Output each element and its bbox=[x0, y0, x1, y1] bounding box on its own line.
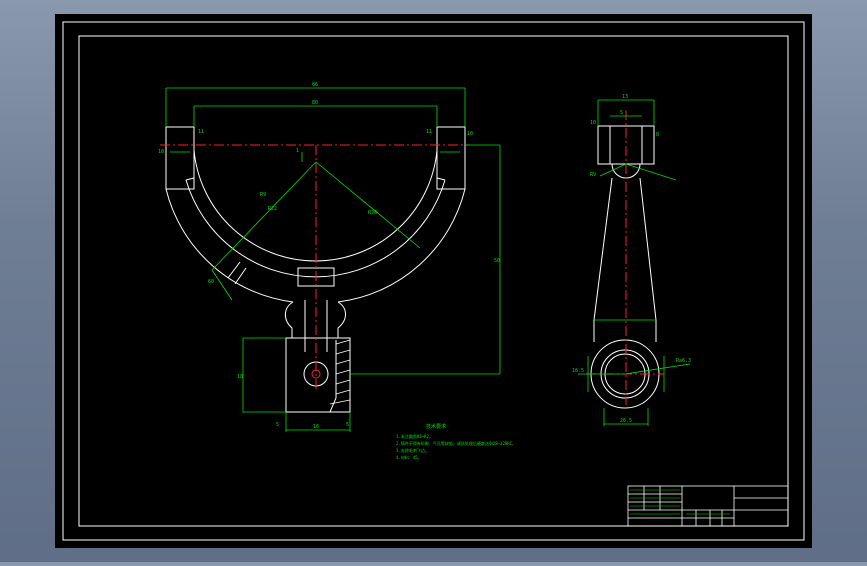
side-dim-note: Ra6.3 bbox=[676, 358, 691, 364]
note-line-3: 3.去除毛刺飞边。 bbox=[396, 447, 429, 453]
dim-top-total: 86 bbox=[312, 82, 318, 88]
side-dim-hole: 16.5 bbox=[572, 368, 584, 374]
drawing-canvas: 86 80 11 10 11 10 1 R9 R22 R28 50 18 16 … bbox=[55, 14, 812, 548]
cad-viewport: 86 80 11 10 11 10 1 R9 R22 R28 50 18 16 … bbox=[0, 0, 867, 562]
dim-left-small: 11 bbox=[198, 129, 204, 135]
note-line-4: 4.材料：45。 bbox=[396, 454, 422, 460]
dim-r-inner: R9 bbox=[260, 192, 266, 198]
side-dim-bottom: 26.5 bbox=[620, 418, 632, 424]
dim-bottom-left: 5 bbox=[276, 422, 279, 428]
dim-r-mid: R22 bbox=[268, 206, 277, 212]
dim-bottom-width: 16 bbox=[313, 424, 319, 430]
side-dim-sub: 5 bbox=[620, 110, 623, 116]
dim-center-short: 1 bbox=[296, 148, 299, 154]
note-line-2: 2.铸件不得有砂眼、气孔等缺陷，调质处理后硬度达到28~32HRC。 bbox=[396, 440, 516, 446]
dim-angle: 60 bbox=[208, 279, 214, 285]
side-dim-right: 8 bbox=[656, 132, 659, 138]
side-dim-left: 10 bbox=[590, 120, 596, 126]
side-dim-top: 13 bbox=[622, 94, 628, 100]
dim-r-outer: R28 bbox=[368, 210, 377, 216]
note-line-1: 1.未注圆角R1~R2。 bbox=[396, 433, 433, 439]
side-dim-radius: R9 bbox=[590, 172, 596, 178]
drawing-sheet bbox=[55, 14, 812, 548]
dim-left-height: 10 bbox=[158, 149, 164, 155]
notes-title: 技术要求 bbox=[426, 423, 446, 430]
dim-right-height: 10 bbox=[467, 131, 473, 137]
dim-top-inner: 80 bbox=[312, 100, 318, 106]
dim-hole-height: 18 bbox=[237, 374, 243, 380]
dim-right-small: 11 bbox=[426, 129, 432, 135]
dim-bottom-right: 5 bbox=[346, 422, 349, 428]
dim-vertical-long: 50 bbox=[494, 258, 500, 264]
